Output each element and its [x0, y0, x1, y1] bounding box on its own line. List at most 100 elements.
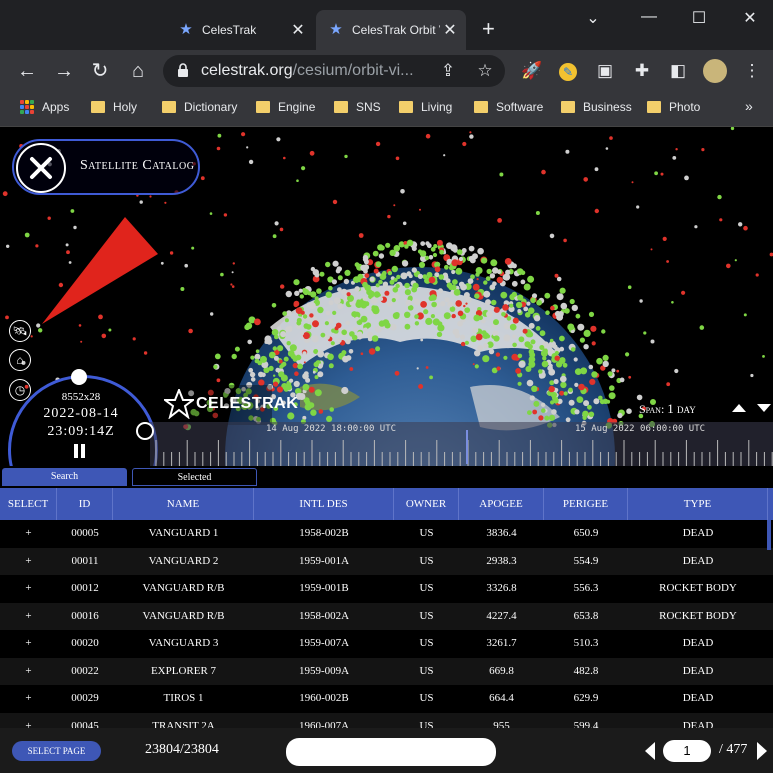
page-number-input[interactable]: 1 [663, 740, 711, 762]
window-close-icon[interactable]: ✕ [735, 8, 765, 28]
new-tab-plus-icon[interactable]: + [482, 16, 495, 42]
bookmark-star-icon[interactable]: ☆ [473, 59, 497, 83]
column-id[interactable]: ID [57, 488, 113, 520]
satellite-dot [486, 268, 492, 275]
satellite-catalog-button[interactable]: Satellite Catalog [12, 139, 200, 195]
table-row[interactable]: +00016 VANGUARD R/B 1958-002A US 4227.4 653.8… [0, 602, 773, 630]
tab-orbit-viz[interactable]: ★ CelesTrak Orbit Vi ✕ [316, 10, 466, 50]
orbit-dot [650, 248, 653, 251]
bookmark-sns[interactable]: SNS [334, 100, 381, 114]
satellite-dot [596, 357, 603, 365]
bookmark-label: Holy [113, 100, 138, 114]
column-name[interactable]: NAME [113, 488, 254, 520]
satellite-dot [309, 302, 316, 310]
side-panel-icon[interactable]: ◧ [666, 59, 690, 83]
table-row[interactable]: +00011 VANGUARD 2 1959-001A US 2938.3 554.9 DE… [0, 547, 773, 575]
span-up-arrow-icon[interactable] [732, 404, 746, 412]
satellite-dot [308, 386, 315, 393]
bookmark-photo[interactable]: Photo [647, 100, 700, 114]
satellite-dot [260, 355, 267, 363]
column-select[interactable]: SELECT [0, 488, 57, 520]
timeline-bar[interactable]: 14 Aug 2022 18:00:00 UTC 15 Aug 2022 06:… [150, 422, 773, 466]
satellite-dot [483, 280, 488, 285]
table-row[interactable]: +00005 VANGUARD 1 1958-002B US 3836.4 650.9 DE… [0, 520, 773, 547]
cell-id: 00012 [71, 582, 99, 594]
bookmark-apps[interactable]: Apps [20, 100, 69, 114]
bookmark-dictionary[interactable]: Dictionary [162, 100, 237, 114]
tab-search[interactable]: Search [2, 468, 127, 486]
column-perigee[interactable]: PERIGEE [544, 488, 628, 520]
clock-knob[interactable] [71, 369, 87, 385]
next-page-arrow-icon[interactable] [757, 742, 767, 760]
bookmarks-overflow-button[interactable]: » [745, 98, 753, 114]
cell-apogee: 2938.3 [486, 554, 517, 567]
chevron-down-icon[interactable]: ⌄ [578, 8, 608, 28]
minimize-icon[interactable]: — [634, 8, 664, 26]
timeline-scrubber[interactable] [136, 422, 154, 440]
table-row[interactable]: +00022 EXPLORER 7 1959-009A US 669.8 482.8 DEA… [0, 657, 773, 685]
table-row[interactable]: +00012 VANGUARD R/B 1959-001B US 3326.8 556.3… [0, 575, 773, 602]
bookmark-business[interactable]: Business [561, 100, 632, 114]
span-down-arrow-icon[interactable] [757, 404, 771, 412]
reload-icon[interactable]: ↻ [88, 59, 112, 83]
satellite-dot [284, 318, 289, 323]
bookmark-living[interactable]: Living [399, 100, 452, 114]
orbit-dot [594, 208, 599, 214]
satellite-dot [254, 318, 261, 326]
bookmark-holy[interactable]: Holy [91, 100, 137, 114]
add-row-button[interactable]: + [0, 685, 57, 712]
profile-avatar[interactable] [703, 59, 727, 83]
orbit-dot [180, 287, 185, 291]
orbit-dot [375, 141, 381, 147]
rocket-extension-icon[interactable]: 🚀 [520, 59, 544, 83]
back-arrow-icon[interactable]: ← [15, 59, 39, 83]
close-icon[interactable]: ✕ [440, 20, 460, 40]
pause-icon[interactable] [73, 444, 87, 458]
pen-extension-icon[interactable]: ✎ [556, 59, 580, 83]
orbit-dot [402, 221, 407, 226]
forward-arrow-icon[interactable]: → [52, 59, 76, 83]
add-row-button[interactable]: + [0, 603, 57, 630]
table-scrollbar[interactable] [767, 520, 771, 550]
search-input[interactable] [286, 738, 496, 766]
home-icon[interactable]: ⌂ [126, 59, 150, 83]
satellite-dot [351, 334, 358, 341]
more-menu-icon[interactable]: ⋮ [740, 59, 764, 83]
add-row-button[interactable]: + [0, 575, 57, 602]
prev-page-arrow-icon[interactable] [645, 742, 655, 760]
bookmark-software[interactable]: Software [474, 100, 543, 114]
maximize-icon[interactable]: ☐ [684, 8, 714, 28]
home-icon[interactable]: ⌂ [9, 349, 31, 371]
table-row[interactable]: +00045 TRANSIT 2A 1960-007A US 955 599.4 DEAD [0, 712, 773, 729]
column-intl-des[interactable]: INTL DES [254, 488, 394, 520]
share-icon[interactable]: ⇪ [436, 59, 460, 83]
table-row[interactable]: +00029 TIROS 1 1960-002B US 664.4 629.9 DEAD [0, 685, 773, 712]
close-icon[interactable]: ✕ [288, 20, 308, 40]
select-page-button[interactable]: SELECT PAGE [12, 741, 101, 761]
puzzle-extensions-icon[interactable]: ✚ [630, 59, 654, 83]
satellite-dot [294, 290, 300, 296]
satellite-dot [483, 343, 489, 349]
cell-apogee: 955 [493, 719, 510, 729]
table-row[interactable]: +00020 VANGUARD 3 1959-007A US 3261.7 510.3 DE… [0, 630, 773, 657]
column-apogee[interactable]: APOGEE [459, 488, 544, 520]
add-row-button[interactable]: + [0, 658, 57, 685]
orbit-viewer[interactable]: Satellite Catalog 🛰 ⌂ ◷ 8552x28 2022-08-… [0, 127, 773, 466]
add-row-button[interactable]: + [0, 520, 57, 547]
close-icon[interactable] [16, 143, 66, 193]
satellite-dot [294, 371, 299, 376]
column-owner[interactable]: OWNER [394, 488, 459, 520]
tab-selected[interactable]: Selected [132, 468, 257, 486]
add-row-button[interactable]: + [0, 630, 57, 657]
camera-icon[interactable]: ▣ [593, 59, 617, 83]
add-row-button[interactable]: + [0, 713, 57, 729]
bookmark-engine[interactable]: Engine [256, 100, 315, 114]
satellite-dot [404, 289, 411, 296]
add-row-button[interactable]: + [0, 548, 57, 575]
column-type[interactable]: TYPE [628, 488, 768, 520]
tab-celestrak[interactable]: ★ CelesTrak ✕ [166, 10, 314, 50]
orbit-dot [38, 328, 43, 333]
bookmark-label: Software [496, 100, 544, 114]
orbit-dot [332, 199, 338, 205]
satellite-icon[interactable]: 🛰 [9, 320, 31, 342]
